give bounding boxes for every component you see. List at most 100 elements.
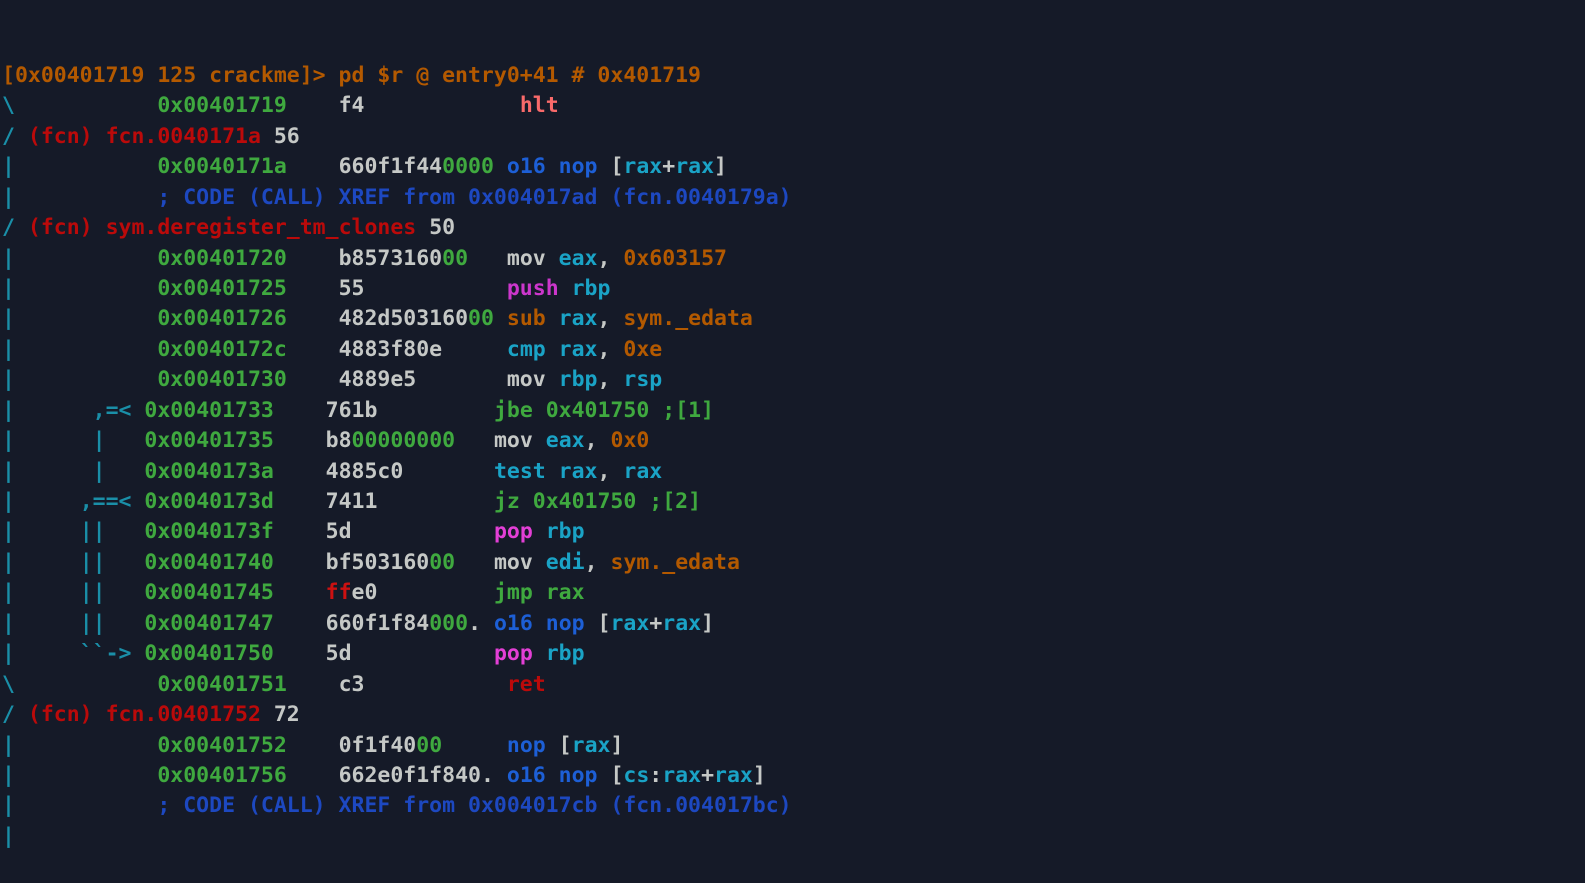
insn-0x00401747-span-14: + (649, 610, 663, 636)
insn-0x00401750-span-10: rbp (545, 641, 585, 667)
insn-0x0040173a-span-10: rax (558, 458, 598, 484)
insn-0x00401730-span-11: rsp (623, 367, 663, 393)
insn-0x0040173d-span-1 (15, 489, 80, 514)
insn-0x00401751-span-5 (364, 672, 506, 697)
insn-0x00401750-span-0: | (2, 641, 15, 667)
insn-0x00401752-span-7: nop (506, 732, 546, 758)
insn-0x00401756-span-11: : (649, 762, 663, 788)
insn-0x00401745-span-3 (106, 580, 145, 605)
insn-0x00401750-span-8: pop (493, 641, 533, 667)
insn-0x0040172c-span-11: 0xe (623, 336, 663, 362)
insn-0x00401752-span-10: rax (571, 732, 611, 758)
prompt-line[interactable]: [0x00401719 125 crackme]> pd $r @ entry0… (0, 61, 1585, 91)
insn-0x00401720-span-5: 00 (442, 245, 469, 271)
insn-0x0040173a-span-6: 4885c0 (325, 458, 404, 484)
insn-0x00401726-span-3 (287, 306, 339, 331)
xref-0x004017ad-span-0: | (2, 184, 15, 210)
insn-0x00401751-span-2: 0x00401751 (157, 671, 287, 697)
graph-tail-span-0: | (2, 823, 15, 849)
insn-0x00401745-span-8 (377, 580, 494, 605)
insn-0x00401752-span-6 (442, 733, 507, 758)
xref-0x004017ad: | ; CODE (CALL) XREF from 0x004017ad (fc… (0, 183, 1585, 213)
insn-0x00401756-span-1 (15, 763, 157, 788)
insn-0x0040173d-span-8: jz 0x401750 ;[2] (493, 489, 702, 515)
insn-0x00401730-span-4: 4889e5 (338, 367, 417, 393)
insn-0x00401726-span-11 (610, 306, 623, 331)
insn-0x00401735-span-0: | (2, 428, 15, 454)
insn-0x00401751-span-0: \ (2, 671, 15, 697)
terminal-window[interactable]: [0x00401719 125 crackme]> pd $r @ entry0… (0, 0, 1585, 849)
insn-0x00401745-span-4: 0x00401745 (144, 580, 274, 606)
insn-0x0040173d-span-5 (274, 489, 326, 514)
insn-0x00401719-span-2: 0x00401719 (157, 93, 287, 119)
insn-0x00401751: \ 0x00401751 c3 ret (0, 670, 1585, 700)
insn-0x0040173d-span-2: ,==< (79, 489, 132, 515)
insn-0x0040173a-span-11: , (597, 458, 611, 484)
insn-0x00401735-span-5 (274, 428, 326, 453)
insn-0x00401747-span-13: rax (610, 610, 650, 636)
insn-0x00401756-span-6 (494, 763, 507, 788)
insn-0x00401745-span-9: jmp rax (493, 580, 585, 606)
insn-0x00401733-span-1 (15, 398, 93, 423)
insn-0x0040173a-span-2: | (92, 458, 106, 484)
insn-0x00401747-span-7: 000 (429, 610, 469, 636)
insn-0x00401747-span-10: o16 nop (493, 610, 585, 636)
insn-0x00401756-span-10: cs (623, 762, 650, 788)
disassembly-listing: [0x00401719 125 crackme]> pd $r @ entry0… (0, 61, 1585, 852)
insn-0x00401735-span-4: 0x00401735 (144, 428, 274, 454)
prompt-line-span-0: [0x00401719 125 crackme]> pd $r @ entry0… (2, 62, 701, 88)
insn-0x00401740-span-14: sym._edata (610, 549, 740, 575)
insn-0x00401747-span-1 (15, 611, 80, 636)
insn-0x00401730-span-1 (15, 367, 157, 392)
insn-0x0040172c-span-8: rax (558, 336, 598, 362)
insn-0x0040171a-span-0: | (2, 154, 15, 180)
insn-0x00401747-span-15: rax (662, 610, 702, 636)
insn-0x0040172c-span-4: 4883f80e (338, 336, 443, 362)
insn-0x00401745-span-2: || (79, 580, 106, 606)
insn-0x00401740-span-4: 0x00401740 (144, 549, 274, 575)
insn-0x00401752-span-2: 0x00401752 (157, 732, 287, 758)
insn-0x00401750-span-3 (131, 641, 144, 666)
insn-0x0040171a-span-11: + (662, 154, 676, 180)
insn-0x00401752-span-1 (15, 733, 157, 758)
insn-0x0040173f-span-8: pop (493, 519, 533, 545)
insn-0x00401751-span-4: c3 (338, 671, 365, 697)
insn-0x00401719-span-3 (287, 93, 339, 118)
insn-0x00401747-span-9 (481, 611, 494, 636)
insn-0x00401740-span-12: , (584, 549, 598, 575)
insn-0x00401735-span-12: , (584, 428, 598, 454)
fcn-header-fcn.0040171a-span-1 (15, 124, 28, 149)
insn-0x00401740-span-13 (598, 550, 611, 575)
insn-0x00401730-span-3 (287, 367, 339, 392)
insn-0x0040171a-span-6 (494, 154, 507, 179)
insn-0x00401733-span-7 (377, 398, 494, 423)
insn-0x00401747-span-4: 0x00401747 (144, 610, 274, 636)
insn-0x0040173a-span-0: | (2, 458, 15, 484)
insn-0x00401730-span-6: mov (506, 367, 546, 393)
insn-0x00401747-span-3 (106, 611, 145, 636)
insn-0x00401720-span-12: 0x603157 (623, 245, 727, 271)
insn-0x00401725-span-5 (364, 276, 506, 301)
insn-0x00401752-span-3 (287, 733, 339, 758)
insn-0x00401756-span-14: rax (714, 762, 753, 788)
insn-0x00401747-span-0: | (2, 610, 15, 636)
insn-0x0040171a-span-8 (597, 154, 610, 179)
insn-0x0040173a-span-12 (610, 459, 623, 484)
insn-0x00401730-span-5 (416, 367, 507, 392)
insn-0x00401750-span-6: 5d (325, 641, 352, 667)
insn-0x00401735: | | 0x00401735 b800000000 mov eax, 0x0 (0, 426, 1585, 456)
insn-0x00401725: | 0x00401725 55 push rbp (0, 274, 1585, 304)
insn-0x0040171a-span-12: rax (675, 154, 715, 180)
fcn-header-sym.deregister_tm_clones-span-1 (15, 215, 28, 240)
insn-0x00401745-span-6: ff (325, 580, 352, 606)
insn-0x00401740-span-7: 00 (429, 549, 456, 575)
insn-0x0040171a-span-2: 0x0040171a (157, 154, 287, 180)
insn-0x00401751-span-3 (287, 672, 339, 697)
insn-0x00401726-span-7: sub (506, 306, 546, 332)
insn-0x00401756-span-3 (287, 763, 339, 788)
insn-0x00401756: | 0x00401756 662e0f1f840. o16 nop [cs:ra… (0, 761, 1585, 791)
insn-0x00401733-span-0: | (2, 397, 15, 423)
insn-0x0040173f: | || 0x0040173f 5d pop rbp (0, 517, 1585, 547)
insn-0x00401752-span-8 (546, 733, 559, 758)
insn-0x00401733-span-3 (131, 398, 144, 423)
